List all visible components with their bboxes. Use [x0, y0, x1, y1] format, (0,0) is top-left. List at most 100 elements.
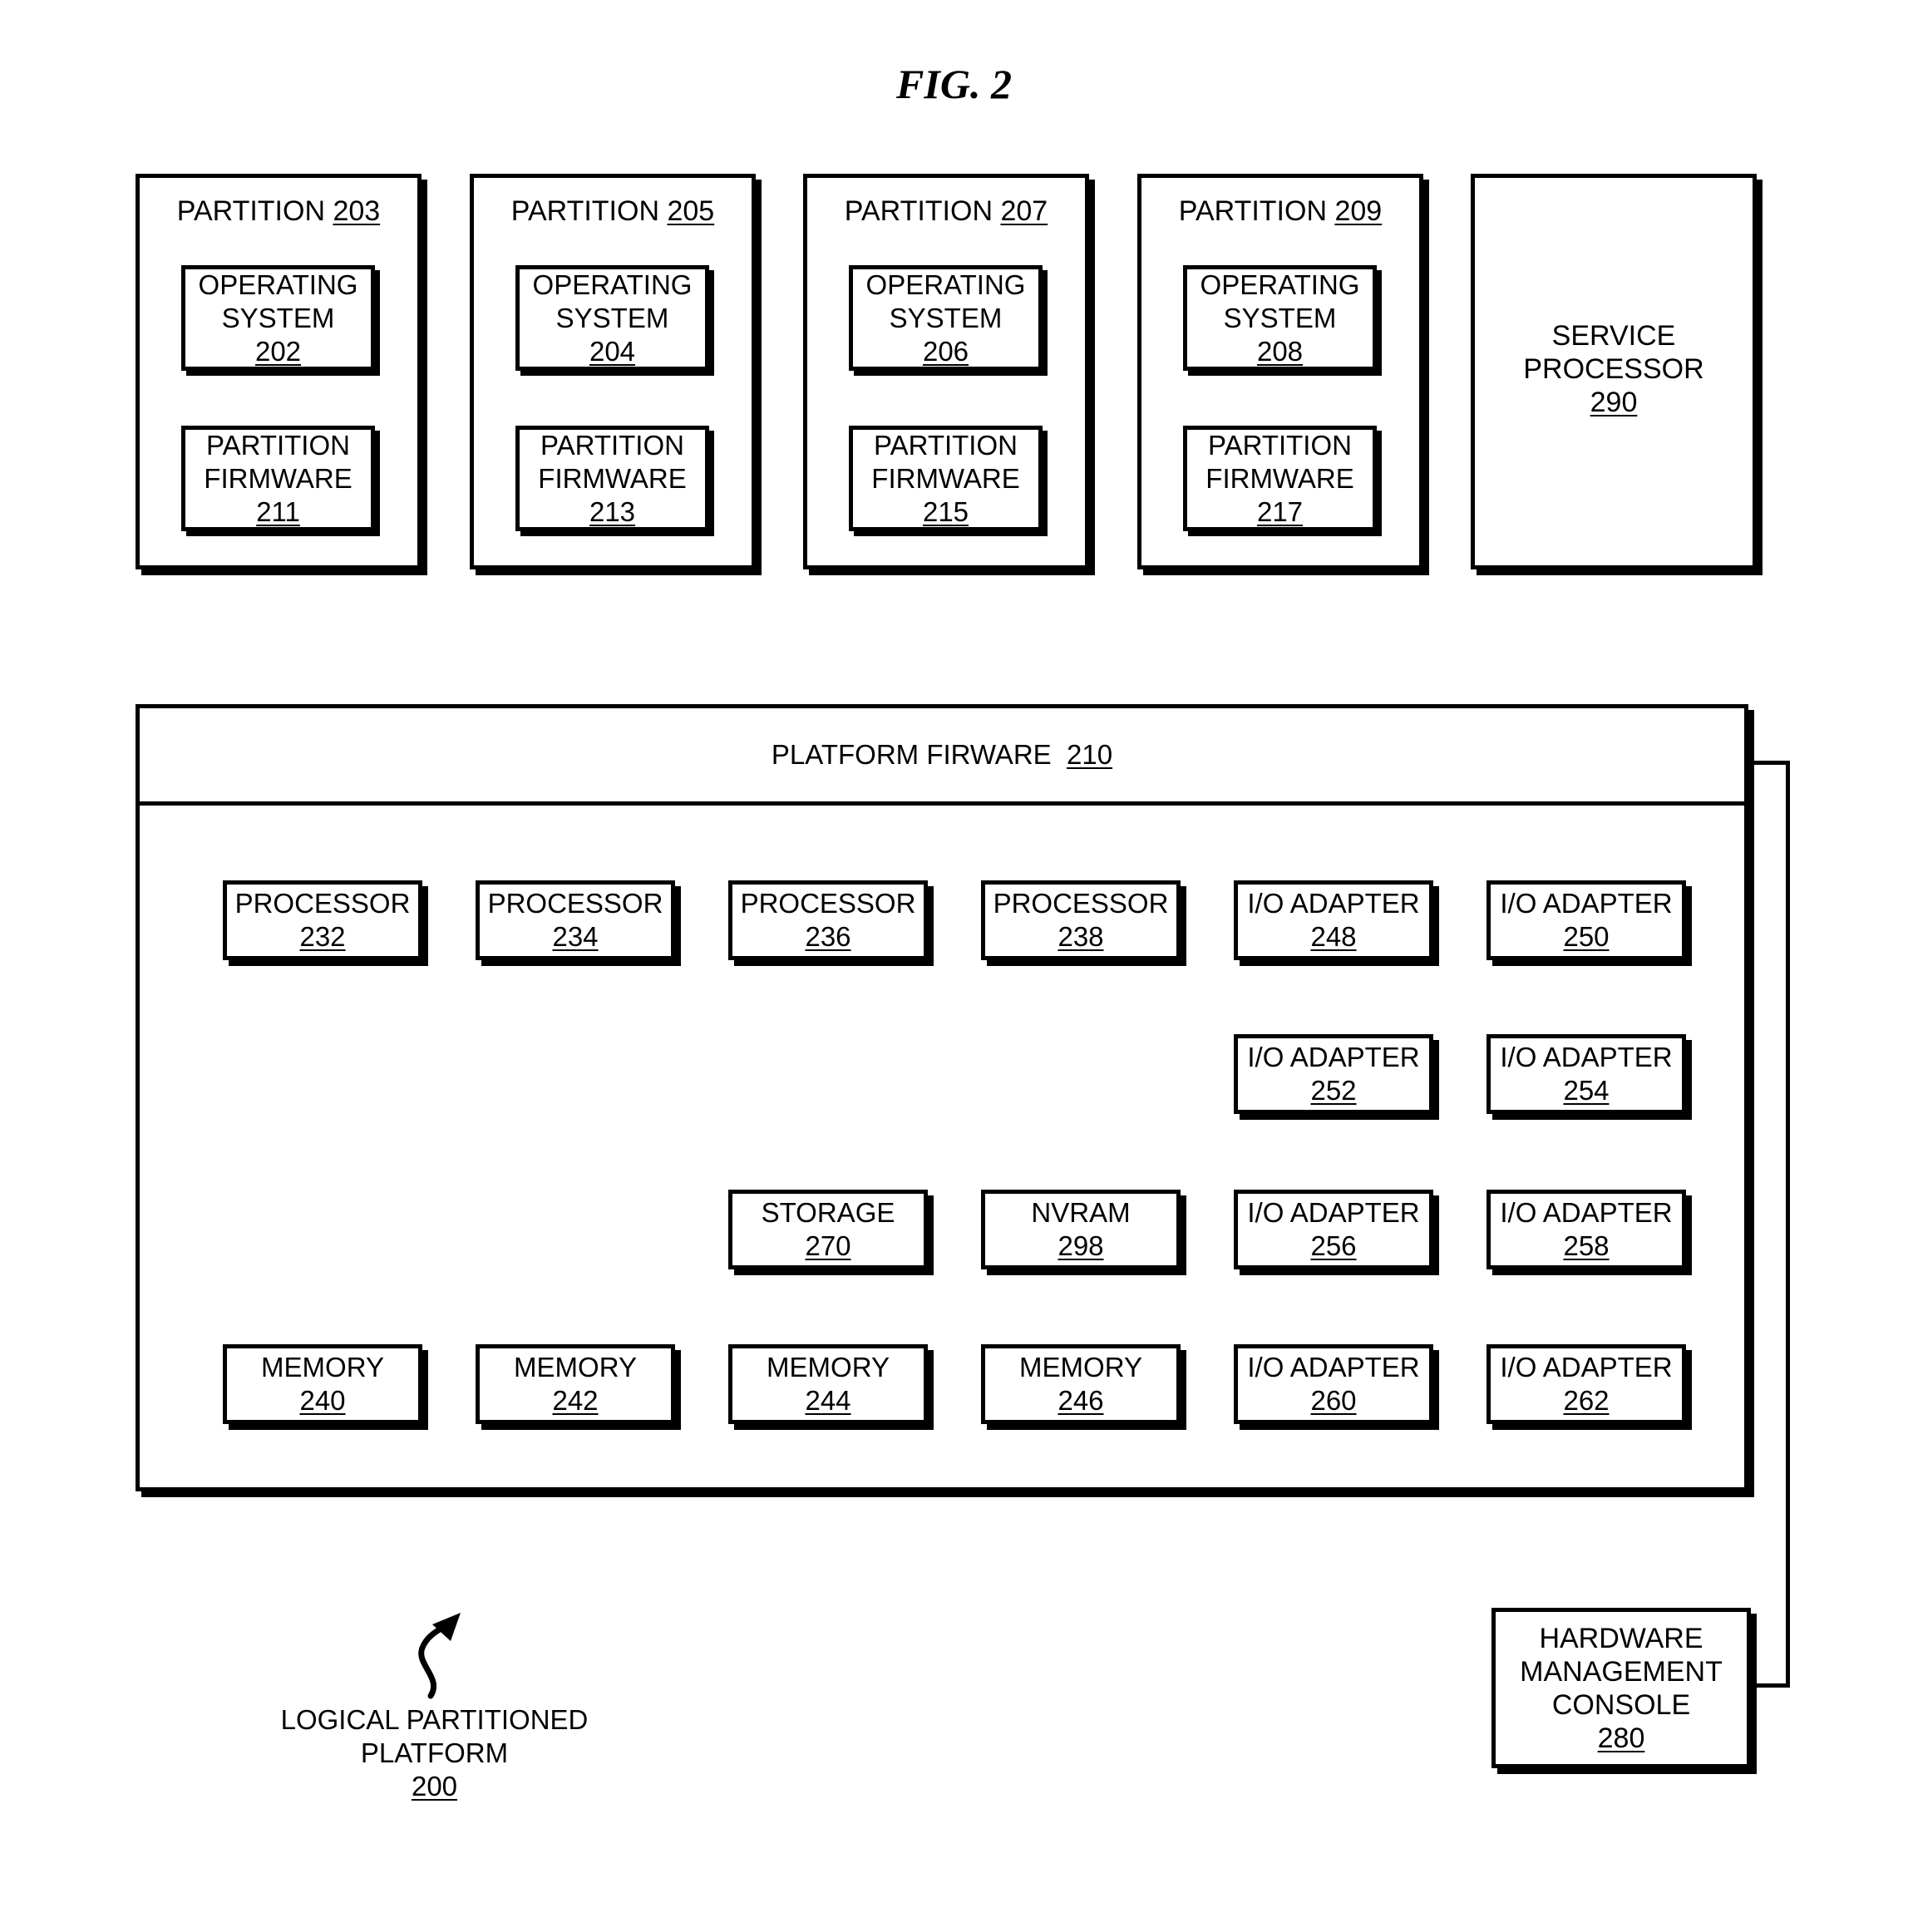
partition-box: PARTITION 203 OPERATING SYSTEM 202 PARTI… — [136, 174, 422, 569]
storage-ref: 270 — [805, 1230, 851, 1261]
firmware-line-2: FIRMWARE — [538, 462, 687, 494]
io-adapter-box: I/O ADAPTER 248 — [1234, 880, 1433, 960]
service-processor-box: SERVICE PROCESSOR 290 — [1471, 174, 1757, 569]
io-adapter-label: I/O ADAPTER — [1500, 1197, 1673, 1228]
hmc-line-2: MANAGEMENT — [1520, 1656, 1723, 1688]
processor-box: PROCESSOR 238 — [981, 880, 1181, 960]
partition-label: PARTITION — [844, 195, 993, 227]
io-adapter-ref: 248 — [1310, 921, 1357, 952]
nvram-ref: 298 — [1058, 1230, 1104, 1261]
memory-label: MEMORY — [1019, 1352, 1142, 1382]
operating-system-box: OPERATING SYSTEM 206 — [849, 265, 1043, 371]
platform-firmware-ref: 210 — [1067, 739, 1113, 770]
os-ref: 208 — [1256, 335, 1304, 367]
platform-firmware-header: PLATFORM FIRWARE 210 — [140, 708, 1744, 806]
io-adapter-ref: 258 — [1563, 1230, 1610, 1261]
os-line-2: SYSTEM — [1223, 302, 1337, 333]
platform-label-line-1: LOGICAL PARTITIONED — [280, 1704, 589, 1735]
processor-label: PROCESSOR — [993, 888, 1169, 919]
processor-ref: 234 — [552, 921, 599, 952]
io-adapter-label: I/O ADAPTER — [1247, 1042, 1420, 1072]
reference-arrow-icon — [418, 1613, 461, 1699]
hardware-management-console-box: HARDWARE MANAGEMENT CONSOLE 280 — [1491, 1608, 1751, 1768]
platform-label-ref: 200 — [411, 1771, 458, 1801]
io-adapter-box: I/O ADAPTER 260 — [1234, 1344, 1433, 1424]
partition-label: PARTITION — [176, 195, 325, 227]
partition-box: PARTITION 209 OPERATING SYSTEM 208 PARTI… — [1137, 174, 1423, 569]
partition-title: PARTITION 203 — [140, 195, 417, 228]
operating-system-box: OPERATING SYSTEM 208 — [1183, 265, 1377, 371]
partition-label: PARTITION — [510, 195, 659, 227]
memory-ref: 246 — [1058, 1385, 1104, 1416]
firmware-line-1: PARTITION — [540, 429, 684, 461]
platform-firmware-box: PLATFORM FIRWARE 210 PROCESSOR 232 PROCE… — [136, 704, 1748, 1491]
memory-box: MEMORY 244 — [728, 1344, 928, 1424]
firmware-line-2: FIRMWARE — [204, 462, 353, 494]
os-line-2: SYSTEM — [221, 302, 335, 333]
processor-label: PROCESSOR — [740, 888, 916, 919]
processor-box: PROCESSOR 236 — [728, 880, 928, 960]
partition-label: PARTITION — [1178, 195, 1327, 227]
io-adapter-ref: 254 — [1563, 1075, 1610, 1106]
io-adapter-box: I/O ADAPTER 256 — [1234, 1190, 1433, 1269]
memory-ref: 244 — [805, 1385, 851, 1416]
io-adapter-box: I/O ADAPTER 250 — [1486, 880, 1686, 960]
partition-firmware-box: PARTITION FIRMWARE 213 — [515, 426, 709, 531]
storage-label: STORAGE — [761, 1197, 895, 1228]
os-line-1: OPERATING — [532, 269, 693, 300]
io-adapter-ref: 252 — [1310, 1075, 1357, 1106]
platform-firmware-label: PLATFORM FIRWARE — [771, 739, 1052, 770]
processor-box: PROCESSOR 234 — [476, 880, 675, 960]
partition-ref: 209 — [1334, 195, 1383, 227]
hmc-line-3: CONSOLE — [1551, 1689, 1691, 1721]
connector-line-vertical — [1786, 761, 1790, 1688]
io-adapter-ref: 256 — [1310, 1230, 1357, 1261]
os-ref: 206 — [922, 335, 969, 367]
platform-label-line-2: PLATFORM — [360, 1737, 509, 1768]
connector-line-bottom — [1751, 1683, 1790, 1688]
memory-label: MEMORY — [514, 1352, 637, 1382]
io-adapter-ref: 262 — [1563, 1385, 1610, 1416]
operating-system-box: OPERATING SYSTEM 204 — [515, 265, 709, 371]
hmc-ref: 280 — [1597, 1723, 1645, 1754]
os-line-2: SYSTEM — [555, 302, 669, 333]
memory-box: MEMORY 240 — [223, 1344, 422, 1424]
partition-firmware-box: PARTITION FIRMWARE 215 — [849, 426, 1043, 531]
os-ref: 204 — [589, 335, 636, 367]
io-adapter-label: I/O ADAPTER — [1247, 1197, 1420, 1228]
io-adapter-label: I/O ADAPTER — [1247, 888, 1420, 919]
memory-ref: 240 — [299, 1385, 346, 1416]
firmware-line-1: PARTITION — [1208, 429, 1352, 461]
nvram-box: NVRAM 298 — [981, 1190, 1181, 1269]
firmware-line-1: PARTITION — [206, 429, 350, 461]
os-line-1: OPERATING — [1200, 269, 1360, 300]
firmware-ref: 217 — [1256, 495, 1304, 527]
service-processor-line-2: PROCESSOR — [1523, 353, 1704, 385]
os-line-2: SYSTEM — [889, 302, 1003, 333]
io-adapter-box: I/O ADAPTER 258 — [1486, 1190, 1686, 1269]
os-ref: 202 — [254, 335, 302, 367]
figure-title: FIG. 2 — [896, 61, 1012, 107]
partition-ref: 207 — [1000, 195, 1048, 227]
memory-ref: 242 — [552, 1385, 599, 1416]
partition-firmware-box: PARTITION FIRMWARE 211 — [181, 426, 375, 531]
partition-box: PARTITION 205 OPERATING SYSTEM 204 PARTI… — [470, 174, 756, 569]
hmc-line-1: HARDWARE — [1539, 1623, 1703, 1654]
processor-label: PROCESSOR — [234, 888, 411, 919]
processor-ref: 238 — [1058, 921, 1104, 952]
firmware-ref: 213 — [589, 495, 636, 527]
processor-box: PROCESSOR 232 — [223, 880, 422, 960]
partition-ref: 205 — [667, 195, 715, 227]
partition-firmware-box: PARTITION FIRMWARE 217 — [1183, 426, 1377, 531]
firmware-ref: 215 — [922, 495, 969, 527]
io-adapter-ref: 250 — [1563, 921, 1610, 952]
logical-partitioned-platform-label: LOGICAL PARTITIONED PLATFORM 200 — [249, 1703, 619, 1803]
partition-title: PARTITION 209 — [1141, 195, 1419, 228]
io-adapter-label: I/O ADAPTER — [1500, 1352, 1673, 1382]
os-line-1: OPERATING — [865, 269, 1026, 300]
memory-box: MEMORY 246 — [981, 1344, 1181, 1424]
nvram-label: NVRAM — [1031, 1197, 1131, 1228]
firmware-line-2: FIRMWARE — [1205, 462, 1354, 494]
io-adapter-ref: 260 — [1310, 1385, 1357, 1416]
service-processor-ref: 290 — [1590, 387, 1638, 418]
